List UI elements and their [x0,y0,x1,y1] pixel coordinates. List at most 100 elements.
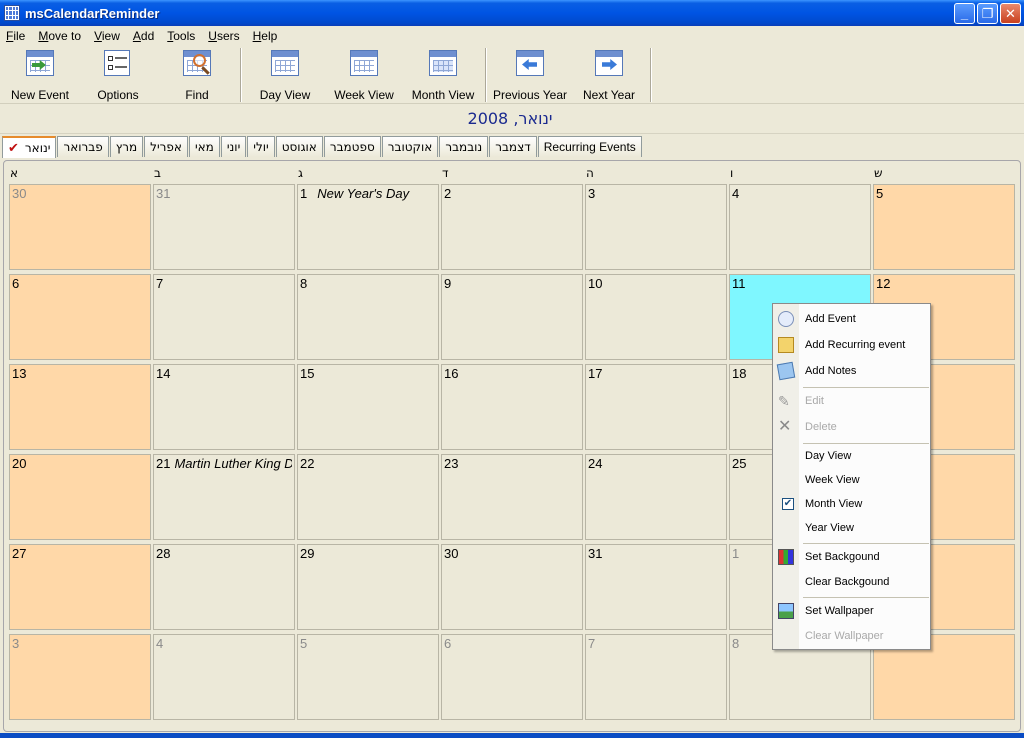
day-number: 31 [588,546,603,561]
tab-september[interactable]: ספטמבר [323,136,381,157]
restore-button[interactable]: ❐ [977,3,998,24]
new-event-button[interactable]: New Event [10,50,70,102]
title-bar: msCalendarReminder _ ❐ ✕ [0,0,1024,26]
menu-set-background[interactable]: Set Backgound [773,546,930,568]
weekday-header: ו [730,166,734,180]
day-cell[interactable]: 16 [441,364,583,450]
menu-help[interactable]: Help [249,29,282,43]
minimize-button[interactable]: _ [954,3,975,24]
day-cell[interactable]: 15 [297,364,439,450]
week-view-icon [350,50,378,77]
menu-add-recurring-event[interactable]: Add Recurring event [773,334,930,356]
tab-december[interactable]: דצמבר [489,136,537,157]
day-cell[interactable]: 14 [153,364,295,450]
day-number: 21 [156,456,171,471]
day-cell[interactable]: 31 [585,544,727,630]
day-cell[interactable]: 23 [441,454,583,540]
day-cell[interactable]: 30 [441,544,583,630]
day-cell[interactable]: 31 [153,184,295,270]
month-header: ינואר, 2008 [0,104,1024,134]
month-view-button[interactable]: Month View [412,50,474,102]
day-cell[interactable]: 9 [441,274,583,360]
day-cell[interactable]: 5 [297,634,439,720]
day-cell[interactable]: 1 New Year's Day [297,184,439,270]
tab-march[interactable]: מרץ [109,136,144,157]
day-cell[interactable]: 22 [297,454,439,540]
day-cell[interactable]: 4 [153,634,295,720]
notes-icon [776,361,796,381]
day-number: 8 [732,636,740,651]
next-year-button[interactable]: Next Year [582,50,636,102]
day-cell[interactable]: 2 [441,184,583,270]
day-number: 27 [12,546,27,561]
day-cell[interactable]: 8 [297,274,439,360]
menu-add-event[interactable]: Add Event [773,308,930,330]
tab-august[interactable]: אוגוסט [275,136,323,157]
menu-add[interactable]: Add [129,29,158,43]
day-view-button[interactable]: Day View [258,50,312,102]
day-cell[interactable]: 4 [729,184,871,270]
day-number: 7 [156,276,164,291]
holiday-event[interactable]: New Year's Day [317,186,409,201]
find-button[interactable]: Find [176,50,218,102]
menu-week-view[interactable]: Week View [773,469,930,491]
menu-add-notes[interactable]: Add Notes [773,360,930,382]
window-title: msCalendarReminder [25,5,160,21]
day-cell[interactable]: 27 [9,544,151,630]
day-cell[interactable]: 3 [585,184,727,270]
tab-october[interactable]: אוקטובר [381,136,439,157]
window-bottom-border [0,733,1024,738]
day-cell[interactable]: 7 [153,274,295,360]
menu-move-to[interactable]: Move to [34,29,85,43]
day-cell[interactable]: 21Martin Luther King Day [153,454,295,540]
tab-january[interactable]: ✔ ינואר [2,136,57,158]
menu-clear-background[interactable]: Clear Backgound [773,571,930,593]
day-cell[interactable]: 13 [9,364,151,450]
weekday-header: ש [874,166,883,180]
menu-day-view[interactable]: Day View [773,445,930,467]
menu-month-view[interactable]: ✔ Month View [773,493,930,515]
day-cell[interactable]: 29 [297,544,439,630]
menu-edit[interactable]: ✎ Edit [773,390,930,412]
menu-tools[interactable]: Tools [163,29,199,43]
previous-year-button[interactable]: Previous Year [493,50,567,102]
day-cell[interactable]: 7 [585,634,727,720]
day-number: 25 [732,456,747,471]
day-cell[interactable]: 17 [585,364,727,450]
day-cell[interactable]: 28 [153,544,295,630]
menu-clear-wallpaper[interactable]: Clear Wallpaper [773,625,930,647]
day-number: 2 [444,186,452,201]
tab-april[interactable]: אפריל [144,136,188,157]
tab-february[interactable]: פברואר [57,136,109,157]
day-cell[interactable]: 24 [585,454,727,540]
day-cell[interactable]: 6 [441,634,583,720]
day-number: 6 [444,636,452,651]
menu-file[interactable]: File [2,29,29,43]
toolbar: New Event Options Find Day View Week Vie… [0,46,1024,104]
menu-view[interactable]: View [90,29,124,43]
day-cell[interactable]: 3 [9,634,151,720]
close-button[interactable]: ✕ [1000,3,1021,24]
add-event-icon [778,311,794,327]
day-number: 14 [156,366,171,381]
pencil-icon: ✎ [778,393,790,409]
menu-users[interactable]: Users [204,29,243,43]
day-cell[interactable]: 20 [9,454,151,540]
day-number: 30 [444,546,459,561]
day-cell[interactable]: 30 [9,184,151,270]
tab-may[interactable]: מאי [188,136,220,157]
menu-set-wallpaper[interactable]: Set Wallpaper [773,600,930,622]
day-cell[interactable]: 5 [873,184,1015,270]
holiday-event[interactable]: Martin Luther King Day [174,456,292,471]
day-cell[interactable]: 10 [585,274,727,360]
menu-year-view[interactable]: Year View [773,517,930,539]
day-number: 3 [12,636,20,651]
week-view-button[interactable]: Week View [333,50,395,102]
tab-july[interactable]: יולי [247,136,275,157]
tab-june[interactable]: יוני [220,136,247,157]
day-cell[interactable]: 6 [9,274,151,360]
tab-november[interactable]: נובמבר [439,136,489,157]
menu-delete[interactable]: ✕ Delete [773,416,930,438]
options-button[interactable]: Options [94,50,142,102]
tab-recurring-events[interactable]: Recurring Events [537,136,642,157]
